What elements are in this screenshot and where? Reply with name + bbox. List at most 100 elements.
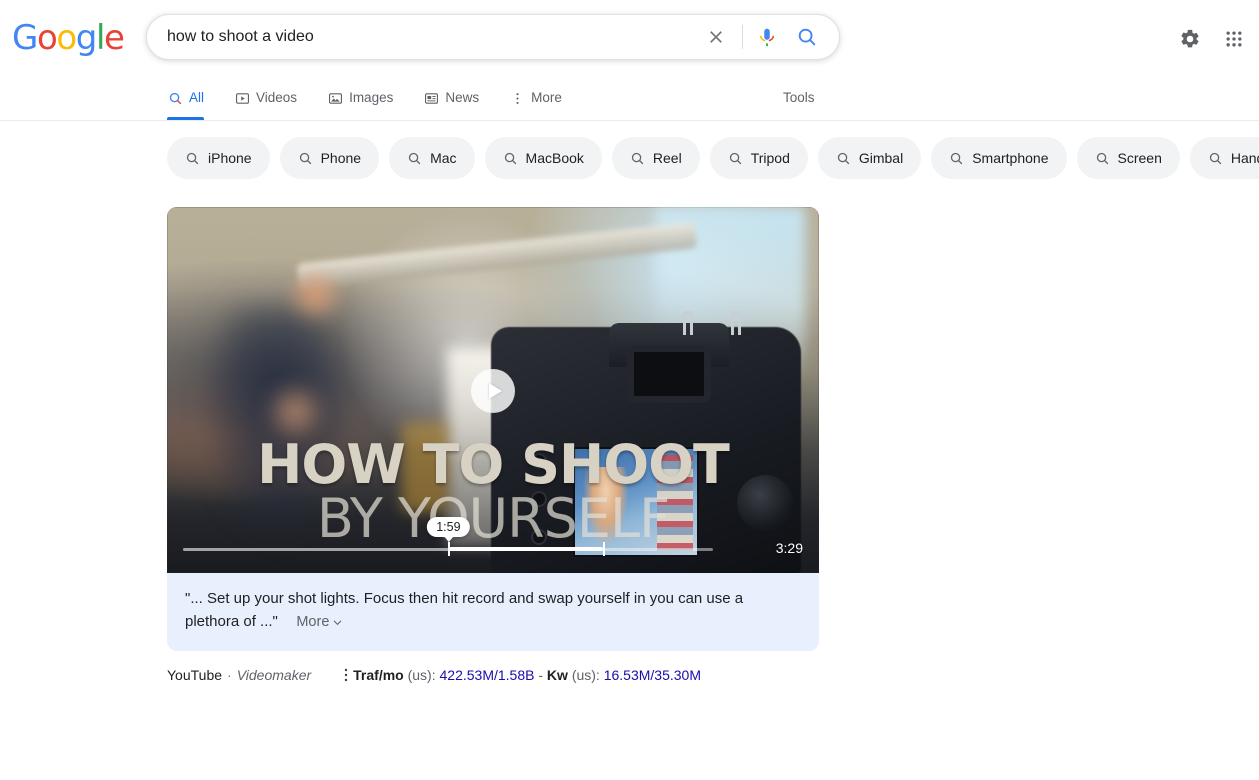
chip-label: Mac	[430, 150, 457, 166]
tab-images-label: Images	[349, 90, 394, 105]
video-snippet: "... Set up your shot lights. Focus then…	[167, 573, 819, 651]
snippet-more-label: More	[296, 614, 330, 630]
chip-label: Phone	[320, 150, 362, 166]
search-icon	[951, 152, 963, 164]
camera-dial	[737, 475, 793, 531]
camera-lcd-screen	[573, 447, 699, 557]
page-header: Google	[0, 0, 1259, 76]
camera-button-3	[531, 529, 547, 545]
more-vertical-icon[interactable]	[341, 667, 351, 683]
close-icon	[710, 31, 722, 43]
camera-viewfinder	[627, 345, 711, 403]
tab-news-label: News	[445, 90, 480, 105]
background-hand	[285, 265, 345, 325]
traffic-label: Traf/mo	[353, 667, 404, 683]
camera-strap-clip-left	[683, 311, 693, 335]
search-icon	[631, 152, 644, 164]
apps-grid-icon	[1226, 31, 1242, 47]
snippet-pointer	[588, 767, 610, 780]
chip-label: Reel	[652, 150, 682, 166]
search-icon	[167, 90, 183, 106]
gear-icon	[1181, 29, 1199, 48]
google-logo[interactable]: Google	[12, 21, 125, 55]
voice-search-button[interactable]	[747, 16, 787, 58]
chip-gimbal[interactable]: Gimbal	[817, 137, 922, 179]
search-icon	[1209, 152, 1221, 164]
tab-videos-label: Videos	[256, 90, 298, 105]
chip-label: MacBook	[525, 150, 584, 166]
scrubber-marker-end	[603, 542, 606, 556]
camera-button-1	[531, 453, 547, 469]
related-search-chips: iPhone Phone Mac MacBook Reel Tripod Gim…	[167, 137, 1259, 179]
settings-button[interactable]	[1173, 22, 1207, 56]
tab-images[interactable]: Images	[327, 76, 409, 120]
tab-videos[interactable]: Videos	[234, 76, 313, 120]
camera-strap-clip-right	[731, 311, 741, 335]
search-bar[interactable]	[146, 14, 840, 60]
video-icon	[234, 90, 250, 106]
search-icon	[837, 152, 849, 164]
chip-tripod[interactable]: Tripod	[709, 137, 808, 179]
video-result-card: HOW TO SHOOT BY YOURSELF 1:59 3:29 "... …	[167, 207, 819, 780]
clear-search-button[interactable]	[696, 16, 736, 58]
search-input[interactable]	[147, 16, 696, 58]
chevron-down-icon	[334, 620, 342, 625]
chip-macbook[interactable]: MacBook	[484, 137, 602, 179]
tab-all[interactable]: All	[167, 76, 220, 120]
chip-label: Smartphone	[972, 150, 1049, 166]
search-icon	[1096, 152, 1108, 164]
search-submit-button[interactable]	[787, 16, 827, 58]
background-hand-lower	[265, 377, 325, 447]
video-player[interactable]: HOW TO SHOOT BY YOURSELF 1:59 3:29	[167, 207, 819, 573]
microphone-icon	[759, 28, 775, 47]
search-divider	[742, 25, 743, 49]
play-button[interactable]	[471, 369, 515, 413]
chip-label: Screen	[1117, 150, 1162, 166]
search-icon	[408, 152, 421, 164]
scrubber-marker-start	[448, 542, 451, 556]
chip-iphone[interactable]: iPhone	[167, 137, 270, 179]
keyword-value: 16.53M/35.30M	[603, 667, 701, 683]
chip-handheld[interactable]: Handheld	[1189, 137, 1259, 179]
snippet-more-button[interactable]: More	[296, 614, 343, 630]
video-scrubber[interactable]: 1:59 3:29	[183, 517, 803, 556]
keyword-region: (us):	[571, 667, 600, 683]
search-icon	[186, 152, 199, 164]
chip-screen[interactable]: Screen	[1076, 137, 1180, 179]
snippet-text: "... Set up your shot lights. Focus then…	[185, 590, 744, 630]
image-icon	[327, 90, 343, 106]
chip-smartphone[interactable]: Smartphone	[931, 137, 1067, 179]
play-icon	[488, 383, 502, 399]
search-icon	[729, 152, 741, 164]
keyword-label: Kw	[546, 667, 568, 683]
tab-more[interactable]: More	[509, 76, 578, 120]
traffic-value: 422.53M/1.58B	[439, 667, 535, 683]
header-actions	[1173, 22, 1251, 56]
chip-mac[interactable]: Mac	[389, 137, 475, 179]
chip-phone[interactable]: Phone	[279, 137, 380, 179]
current-time-badge: 1:59	[427, 517, 470, 537]
tab-news[interactable]: News	[423, 76, 495, 120]
google-apps-button[interactable]	[1217, 22, 1251, 56]
background-object	[402, 422, 448, 512]
search-icon	[299, 152, 311, 164]
search-nav-tabs: All Videos Images News More Tools	[0, 76, 1259, 121]
video-duration: 3:29	[775, 540, 803, 556]
result-meta: YouTube · Videomaker Traf/mo (us): 422.5…	[167, 666, 701, 684]
chip-reel[interactable]: Reel	[611, 137, 700, 179]
chip-label: Tripod	[750, 150, 790, 166]
camera-button-2	[531, 491, 547, 507]
meta-separator: ·	[227, 667, 232, 683]
tab-more-label: More	[531, 90, 562, 105]
meta-author: Videomaker	[236, 667, 312, 683]
tools-button[interactable]: Tools	[783, 90, 815, 106]
more-vertical-icon	[509, 90, 525, 106]
scrubber-highlight-segment	[448, 547, 604, 551]
meta-site[interactable]: YouTube	[167, 666, 222, 684]
meta-stats: Traf/mo (us): 422.53M/1.58B - Kw (us): 1…	[341, 666, 701, 684]
chip-label: iPhone	[208, 150, 252, 166]
traffic-region: (us):	[407, 667, 436, 683]
news-icon	[423, 90, 439, 106]
search-icon	[798, 28, 816, 46]
tab-all-label: All	[189, 90, 205, 105]
